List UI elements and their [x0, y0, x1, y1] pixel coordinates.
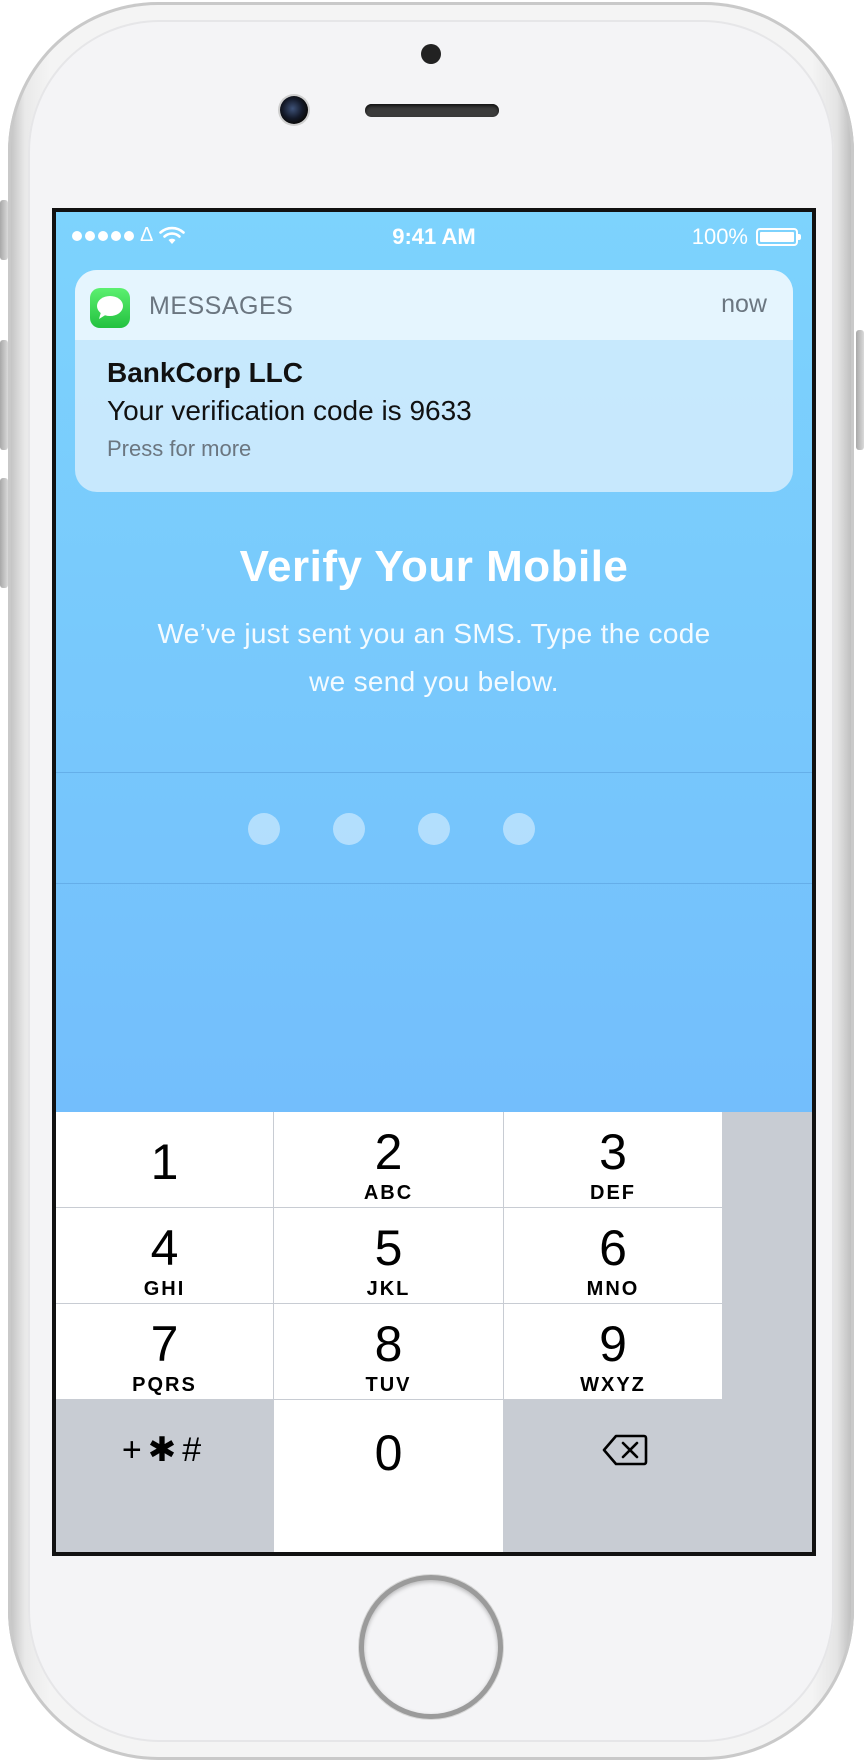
home-button[interactable]: [364, 1580, 498, 1714]
key-letters: JKL: [366, 1278, 411, 1300]
key-4[interactable]: 4 GHI: [56, 1208, 273, 1303]
page-title: Verify Your Mobile: [239, 542, 629, 591]
key-digit: 3: [599, 1124, 627, 1180]
key-5[interactable]: 5 JKL: [274, 1208, 503, 1303]
key-digit: 6: [599, 1220, 627, 1276]
key-backspace[interactable]: [504, 1400, 722, 1552]
notification-body: BankCorp LLC Your verification code is 9…: [75, 340, 793, 462]
power-button: [856, 330, 864, 450]
battery-percent: 100%: [691, 224, 748, 249]
key-2[interactable]: 2 ABC: [274, 1112, 503, 1207]
proximity-sensor: [421, 44, 441, 64]
key-digit: 8: [374, 1316, 403, 1372]
notification-time: now: [721, 290, 767, 318]
volume-down-button: [0, 478, 8, 588]
status-bar: Δ 9:41 AM 100%: [56, 212, 812, 260]
notification-app-name: MESSAGES: [149, 292, 294, 320]
key-digit: 9: [599, 1316, 627, 1372]
key-letters: DEF: [590, 1182, 636, 1204]
key-6[interactable]: 6 MNO: [504, 1208, 722, 1303]
key-digit: 7: [150, 1316, 179, 1372]
volume-up-button: [0, 340, 8, 450]
key-digit: 0: [374, 1425, 403, 1481]
key-letters: WXYZ: [580, 1374, 646, 1396]
key-symbols[interactable]: +✱#: [56, 1400, 273, 1552]
status-right: 100%: [691, 224, 801, 250]
code-digit-placeholder: [503, 813, 535, 845]
silent-switch: [0, 200, 8, 260]
sms-notification[interactable]: MESSAGES now BankCorp LLC Your verificat…: [75, 270, 793, 492]
code-input[interactable]: [56, 772, 812, 884]
notification-sender: BankCorp LLC: [107, 357, 303, 388]
key-3[interactable]: 3 DEF: [504, 1112, 722, 1207]
page-subtitle: We’ve just sent you an SMS. Type the cod…: [157, 618, 711, 697]
key-0[interactable]: 0: [274, 1400, 503, 1552]
key-letters: PQRS: [132, 1374, 197, 1396]
phone-screen: Δ 9:41 AM 100% MESSAGES now BankCorp LLC…: [52, 208, 816, 1556]
key-digit: 5: [374, 1220, 403, 1276]
messages-app-icon: [90, 288, 130, 328]
code-digit-placeholder: [418, 813, 450, 845]
key-digit: 1: [150, 1134, 179, 1190]
battery-full-icon: [756, 228, 801, 246]
numeric-keypad: 1 2 ABC 3 DEF 4 GHI 5 JKL 6 MNO 7 PQRS 8: [56, 1112, 812, 1552]
key-9[interactable]: 9 WXYZ: [504, 1304, 722, 1399]
key-letters: ABC: [363, 1182, 414, 1204]
key-letters: GHI: [143, 1278, 186, 1300]
backspace-icon: [602, 1434, 648, 1466]
code-digit-placeholder: [248, 813, 280, 845]
key-letters: MNO: [586, 1278, 640, 1300]
key-digit: 2: [374, 1124, 403, 1180]
code-digit-placeholder: [333, 813, 365, 845]
key-1[interactable]: 1: [56, 1112, 273, 1207]
key-7[interactable]: 7 PQRS: [56, 1304, 273, 1399]
front-camera: [280, 96, 308, 124]
notification-message: Your verification code is 9633: [107, 395, 472, 426]
notification-hint: Press for more: [107, 436, 252, 461]
earpiece-speaker: [365, 104, 499, 117]
key-8[interactable]: 8 TUV: [274, 1304, 503, 1399]
notification-header: MESSAGES now: [75, 270, 793, 340]
symbols-label: +✱#: [121, 1431, 208, 1469]
key-digit: 4: [150, 1220, 179, 1276]
key-letters: TUV: [365, 1374, 412, 1396]
